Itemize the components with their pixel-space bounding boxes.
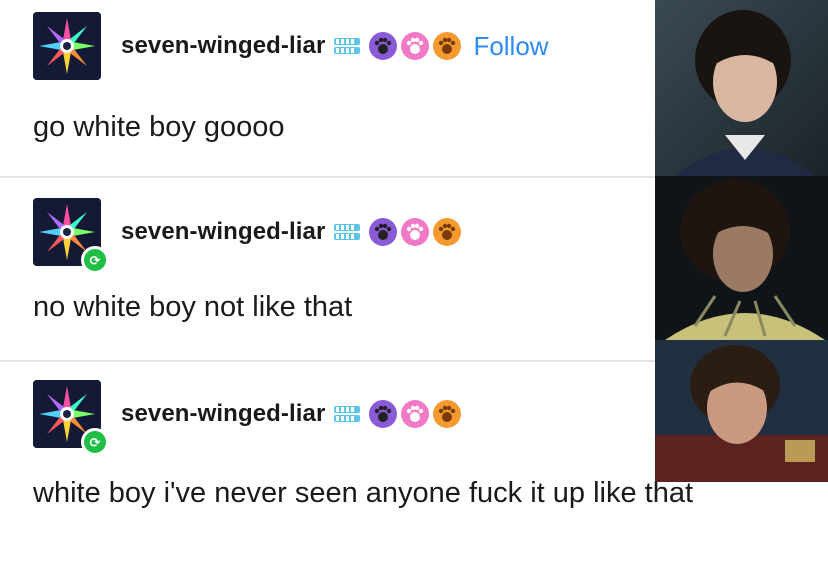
paw-icon[interactable] — [369, 32, 398, 60]
paw-icon[interactable] — [401, 400, 430, 428]
username[interactable]: seven-winged-liar — [121, 218, 325, 246]
post-1: seven-winged-liar Follow go white boy go… — [0, 0, 655, 176]
follow-button[interactable]: Follow — [473, 31, 548, 62]
paw-icon[interactable] — [401, 32, 430, 60]
post-text: no white boy not like that — [33, 291, 353, 323]
teeth-icon[interactable] — [331, 218, 365, 246]
paw-icon[interactable] — [401, 218, 430, 246]
post-3: ⟳ seven-winged-liar white boy i've never… — [0, 362, 693, 574]
reblog-icon: ⟳ — [81, 246, 109, 274]
paw-icon[interactable] — [433, 400, 462, 428]
paw-icon[interactable] — [369, 218, 398, 246]
teeth-icon[interactable] — [331, 400, 365, 428]
post-2: ⟳ seven-winged-liar no white boy not lik… — [0, 178, 655, 360]
avatar-starburst-icon — [33, 12, 101, 80]
portrait-photo-1 — [655, 0, 828, 176]
portrait-photo-3 — [655, 340, 828, 482]
post-header: ⟳ seven-winged-liar — [33, 198, 465, 274]
avatar[interactable]: ⟳ — [33, 198, 109, 274]
reblog-icon: ⟳ — [81, 428, 109, 456]
post-text: go white boy goooo — [33, 111, 285, 143]
teeth-icon[interactable] — [331, 32, 365, 60]
avatar[interactable]: ⟳ — [33, 380, 109, 456]
badge-row — [331, 32, 465, 60]
paw-icon[interactable] — [433, 218, 462, 246]
username[interactable]: seven-winged-liar — [121, 32, 325, 60]
username[interactable]: seven-winged-liar — [121, 400, 325, 428]
portrait-photo-2 — [655, 176, 828, 340]
post-header: ⟳ seven-winged-liar — [33, 380, 465, 456]
paw-icon[interactable] — [433, 32, 462, 60]
paw-icon[interactable] — [369, 400, 398, 428]
avatar[interactable] — [33, 12, 101, 80]
post-header: seven-winged-liar Follow — [33, 12, 549, 80]
badge-row — [331, 218, 465, 246]
badge-row — [331, 400, 465, 428]
post-text: white boy i've never seen anyone fuck it… — [33, 477, 694, 509]
